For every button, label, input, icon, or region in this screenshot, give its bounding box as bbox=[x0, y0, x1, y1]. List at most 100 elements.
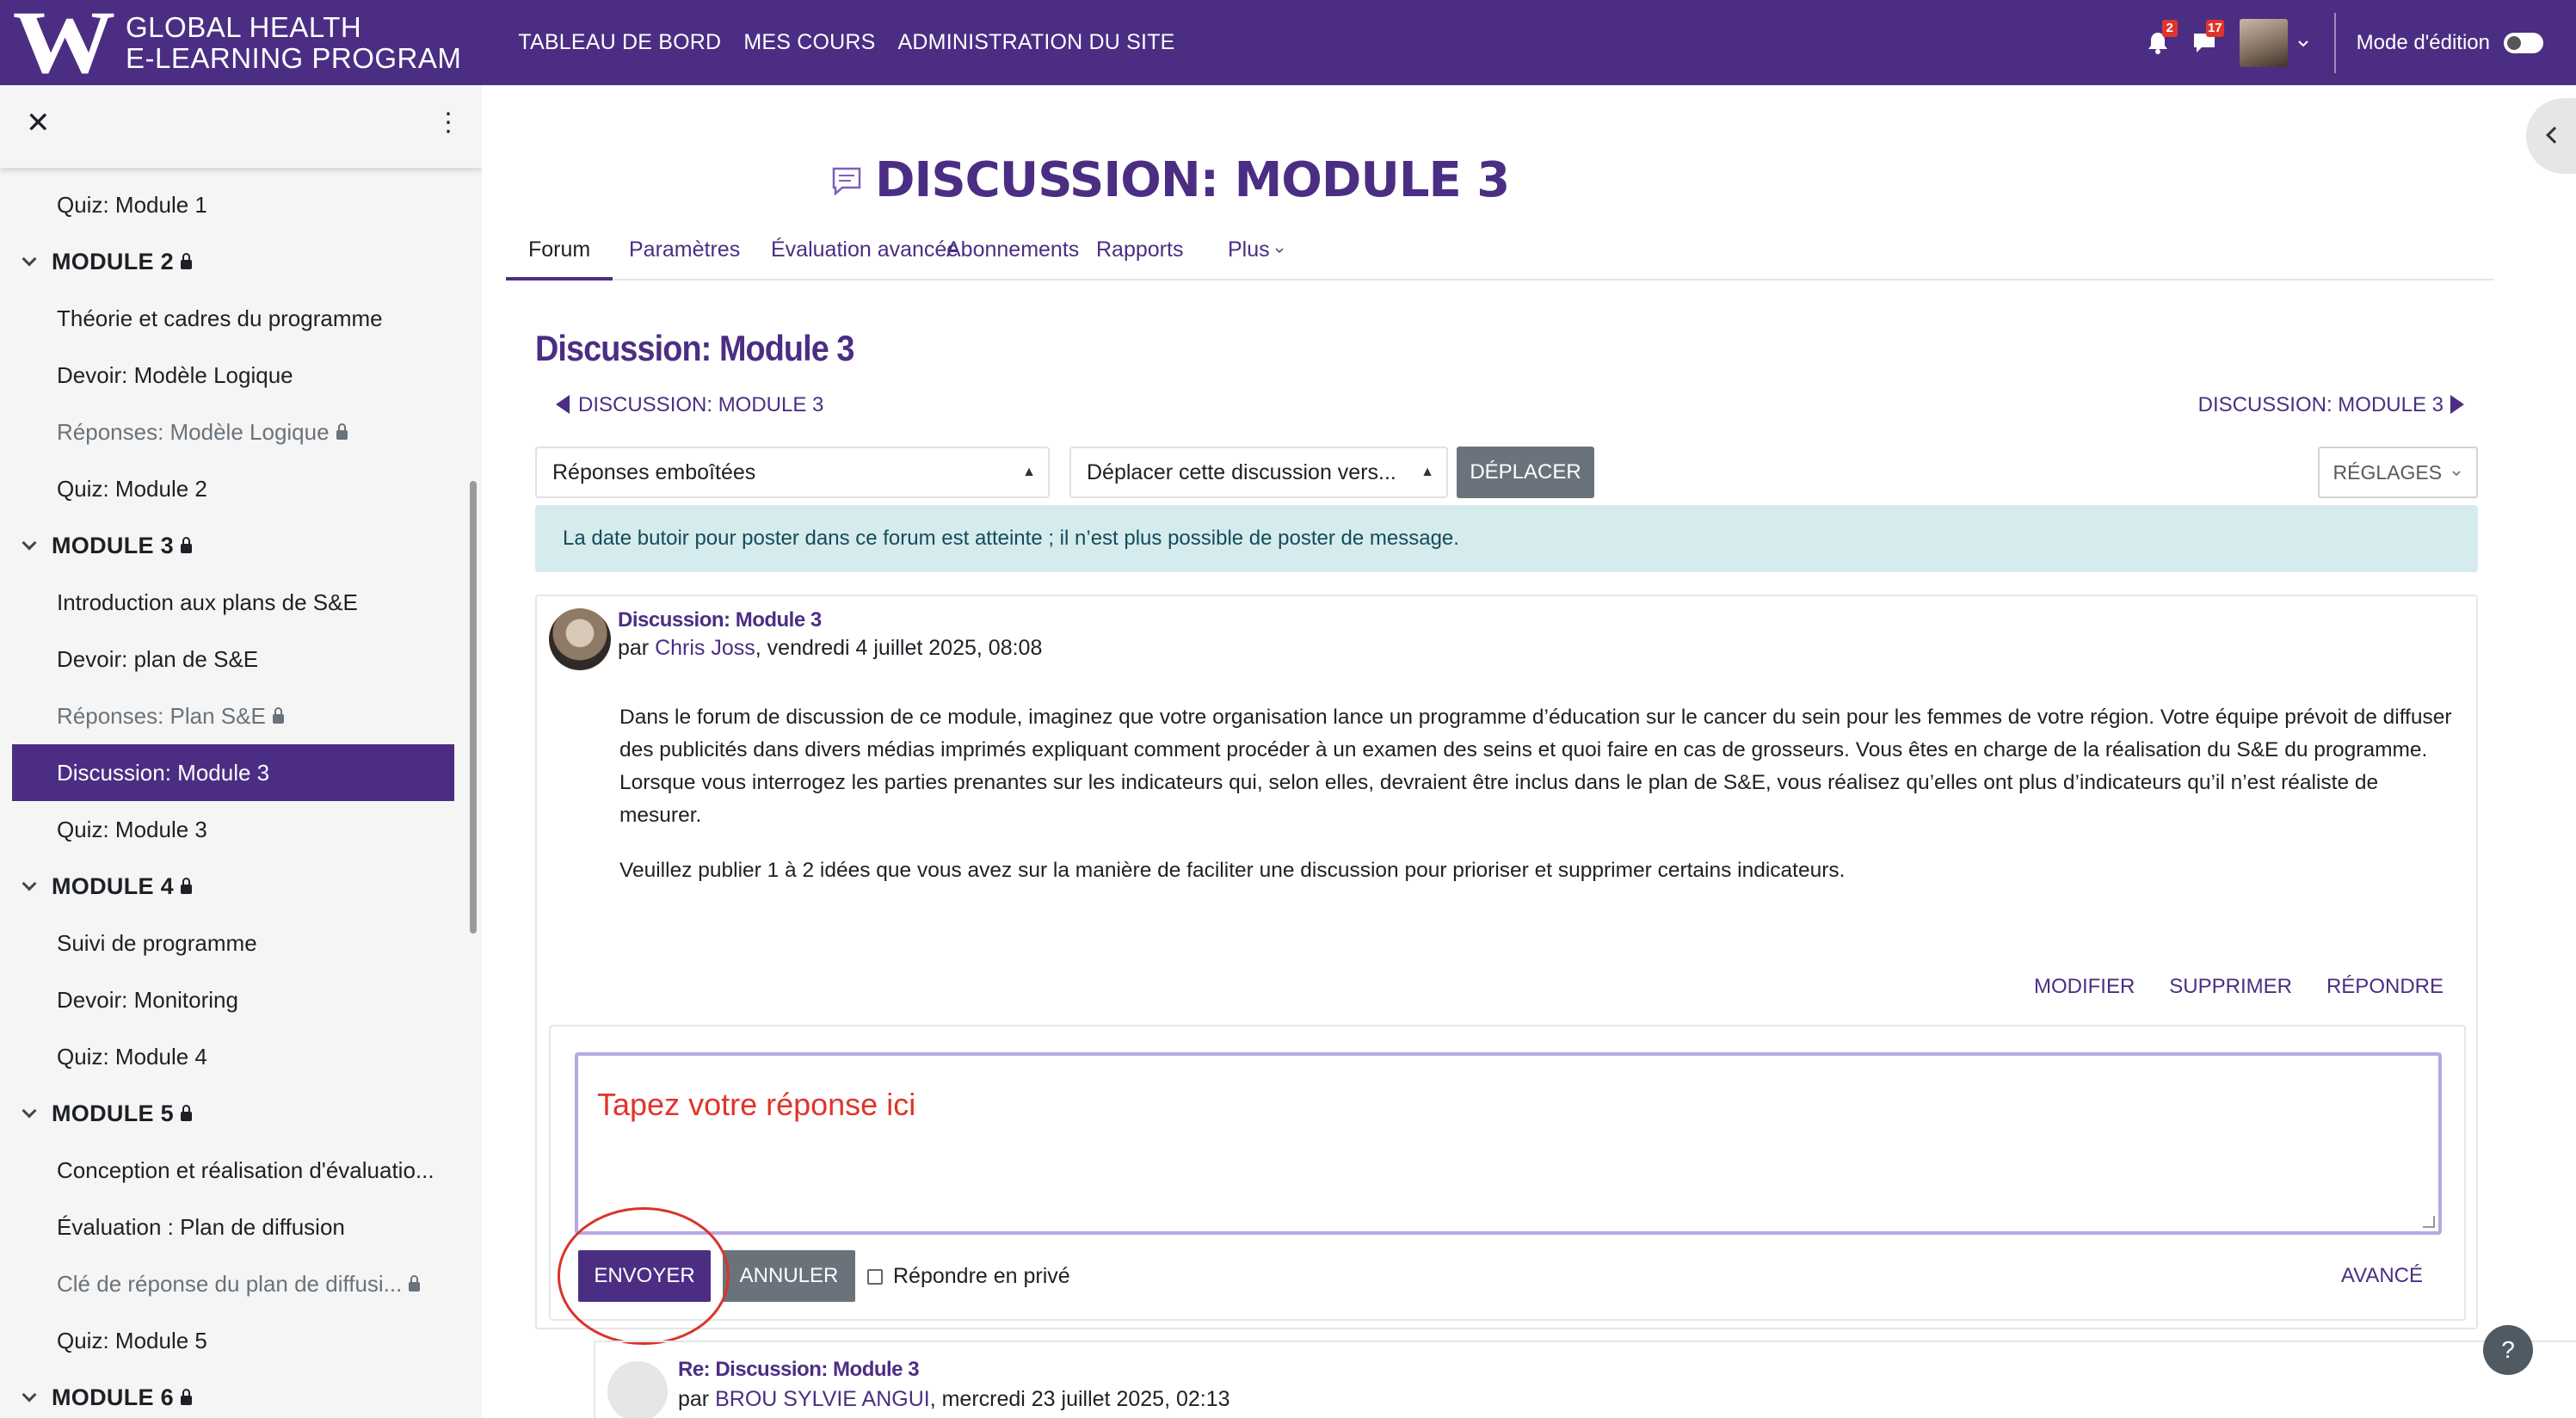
sidebar-item-label: Conception et réalisation d'évaluatio... bbox=[57, 1157, 434, 1183]
sidebar-scrollbar[interactable] bbox=[470, 481, 477, 934]
logo-line-2: E-LEARNING PROGRAM bbox=[126, 41, 462, 74]
notifications-button[interactable]: 2 bbox=[2138, 19, 2178, 63]
next-discussion-link[interactable]: DISCUSSION: MODULE 3 bbox=[2198, 393, 2464, 417]
reply-title: Re: Discussion: Module 3 bbox=[678, 1358, 920, 1381]
sidebar-item[interactable]: Quiz: Module 4 bbox=[0, 1028, 454, 1085]
sidebar-section[interactable]: MODULE 3 bbox=[0, 517, 482, 574]
post-title: Discussion: Module 3 bbox=[618, 608, 822, 632]
nav-site-admin[interactable]: ADMINISTRATION DU SITE bbox=[898, 30, 1175, 55]
move-discussion-select[interactable]: Déplacer cette discussion vers... ▲ bbox=[1069, 447, 1448, 498]
edit-mode-toggle[interactable] bbox=[2504, 32, 2543, 53]
lock-icon bbox=[180, 878, 192, 894]
sidebar-item-active[interactable]: Discussion: Module 3 bbox=[12, 744, 454, 801]
secondary-nav: Forum Paramètres Évaluation avancée Abon… bbox=[506, 231, 2493, 281]
chevron-down-icon[interactable] bbox=[22, 535, 37, 551]
sidebar-item[interactable]: Quiz: Module 3 bbox=[0, 801, 454, 858]
kebab-menu-icon[interactable]: ⋮ bbox=[435, 108, 461, 138]
reply-post-link[interactable]: RÉPONDRE bbox=[2326, 975, 2444, 999]
help-button[interactable]: ? bbox=[2483, 1325, 2533, 1375]
primary-nav: TABLEAU DE BORD MES COURS ADMINISTRATION… bbox=[518, 30, 1197, 55]
sidebar-item-label: Quiz: Module 3 bbox=[57, 817, 207, 842]
private-reply-checkbox[interactable] bbox=[867, 1268, 883, 1285]
post-content: Dans le forum de discussion de ce module… bbox=[619, 701, 2461, 909]
resize-handle[interactable] bbox=[2423, 1216, 2435, 1228]
sidebar-item[interactable]: Théorie et cadres du programme bbox=[0, 290, 454, 347]
sidebar-item-label: Devoir: plan de S&E bbox=[57, 646, 259, 672]
sidebar-item[interactable]: Réponses: Plan S&E bbox=[0, 687, 454, 744]
page-title: DISCUSSION: MODULE 3 bbox=[875, 152, 1510, 208]
navbar-divider bbox=[2333, 12, 2336, 73]
sidebar-section-label: MODULE 2 bbox=[52, 249, 174, 274]
author-avatar[interactable] bbox=[549, 608, 611, 670]
edit-mode-label: Mode d'édition bbox=[2356, 30, 2490, 54]
sidebar-item[interactable]: Évaluation : Plan de diffusion bbox=[0, 1199, 454, 1255]
nav-dashboard[interactable]: TABLEAU DE BORD bbox=[518, 30, 721, 55]
tab-parametres[interactable]: Paramètres bbox=[629, 231, 740, 281]
sidebar-item-label: Devoir: Modèle Logique bbox=[57, 362, 293, 388]
tab-rapports[interactable]: Rapports bbox=[1096, 231, 1183, 281]
course-index-drawer: ✕ ⋮ Discussion: Module 1Quiz: Module 1MO… bbox=[0, 85, 482, 1418]
user-menu-area: 2 17 Mode d'édition bbox=[2138, 0, 2576, 85]
chevron-down-icon[interactable] bbox=[22, 1103, 37, 1119]
messages-badge: 17 bbox=[2205, 19, 2224, 37]
sidebar-section[interactable]: MODULE 5 bbox=[0, 1085, 482, 1142]
sidebar-section[interactable]: MODULE 4 bbox=[0, 858, 482, 915]
advanced-link[interactable]: AVANCÉ bbox=[2341, 1264, 2423, 1288]
sidebar-item[interactable]: Introduction aux plans de S&E bbox=[0, 574, 454, 631]
sidebar-item[interactable]: Suivi de programme bbox=[0, 915, 454, 971]
previous-discussion-label: DISCUSSION: MODULE 3 bbox=[578, 393, 824, 416]
site-logo[interactable]: W GLOBAL HEALTH E-LEARNING PROGRAM bbox=[13, 0, 462, 87]
sidebar-item[interactable]: Conception et réalisation d'évaluatio... bbox=[0, 1142, 454, 1199]
sidebar-item[interactable]: Réponses: Modèle Logique bbox=[0, 404, 454, 460]
user-avatar[interactable] bbox=[2239, 18, 2288, 67]
tab-abonnements[interactable]: Abonnements bbox=[946, 231, 1079, 281]
delete-post-link[interactable]: SUPPRIMER bbox=[2169, 975, 2292, 999]
lock-icon bbox=[409, 1275, 421, 1292]
chevron-down-icon bbox=[1275, 248, 1284, 254]
settings-button[interactable]: RÉGLAGES bbox=[2318, 447, 2478, 498]
chevron-down-icon[interactable] bbox=[22, 251, 37, 267]
forum-icon bbox=[832, 167, 861, 195]
sidebar-item[interactable]: Devoir: plan de S&E bbox=[0, 631, 454, 687]
sidebar-item[interactable]: Devoir: Monitoring bbox=[0, 971, 454, 1028]
move-discussion-value: Déplacer cette discussion vers... bbox=[1087, 460, 1396, 484]
reply-author-link[interactable]: BROU SYLVIE ANGUI bbox=[715, 1387, 930, 1411]
private-reply-option[interactable]: Répondre en privé bbox=[867, 1264, 1070, 1289]
lock-icon bbox=[180, 1389, 192, 1405]
post-date: , vendredi 4 juillet 2025, 08:08 bbox=[755, 636, 1043, 660]
cutoff-date-alert: La date butoir pour poster dans ce forum… bbox=[535, 505, 2478, 572]
chevron-left-icon bbox=[2546, 126, 2563, 144]
messages-button[interactable]: 17 bbox=[2185, 19, 2224, 63]
chevron-down-icon[interactable] bbox=[2295, 34, 2312, 52]
tab-forum[interactable]: Forum bbox=[506, 231, 613, 281]
sidebar-section[interactable]: MODULE 6 bbox=[0, 1369, 482, 1418]
sidebar-item[interactable]: Quiz: Module 5 bbox=[0, 1312, 454, 1369]
author-link[interactable]: Chris Joss bbox=[655, 636, 755, 660]
tab-evaluation-avancee[interactable]: Évaluation avancée bbox=[771, 231, 958, 281]
close-icon[interactable]: ✕ bbox=[26, 106, 51, 140]
edit-post-link[interactable]: MODIFIER bbox=[2034, 975, 2135, 999]
sidebar-item[interactable]: Devoir: Modèle Logique bbox=[0, 347, 454, 404]
sidebar-item-label: Quiz: Module 2 bbox=[57, 476, 207, 502]
select-arrows-icon: ▲ bbox=[1420, 465, 1434, 479]
byline-prefix: par bbox=[678, 1387, 716, 1411]
display-mode-select[interactable]: Réponses emboîtées ▲ bbox=[535, 447, 1050, 498]
reply-textarea[interactable]: Tapez votre réponse ici bbox=[575, 1052, 2442, 1235]
arrow-right-icon bbox=[2450, 395, 2464, 414]
reply-author-avatar[interactable] bbox=[607, 1361, 668, 1418]
previous-discussion-link[interactable]: DISCUSSION: MODULE 3 bbox=[556, 393, 823, 417]
sidebar-item[interactable]: Clé de réponse du plan de diffusi... bbox=[0, 1255, 454, 1312]
sidebar-section[interactable]: MODULE 2 bbox=[0, 233, 482, 290]
course-index: Discussion: Module 1Quiz: Module 1MODULE… bbox=[0, 120, 482, 1418]
move-button[interactable]: DÉPLACER bbox=[1457, 447, 1594, 498]
chevron-down-icon bbox=[2452, 471, 2461, 477]
nav-my-courses[interactable]: MES COURS bbox=[743, 30, 875, 55]
sidebar-item[interactable]: Quiz: Module 2 bbox=[0, 460, 454, 517]
sidebar-item[interactable]: Quiz: Module 1 bbox=[0, 176, 454, 233]
chevron-down-icon[interactable] bbox=[22, 876, 37, 891]
sidebar-item-label: Quiz: Module 5 bbox=[57, 1328, 207, 1353]
sidebar-item-label: Évaluation : Plan de diffusion bbox=[57, 1214, 345, 1240]
tab-plus[interactable]: Plus bbox=[1228, 231, 1285, 281]
cancel-button[interactable]: ANNULER bbox=[723, 1250, 855, 1302]
chevron-down-icon[interactable] bbox=[22, 1387, 37, 1403]
